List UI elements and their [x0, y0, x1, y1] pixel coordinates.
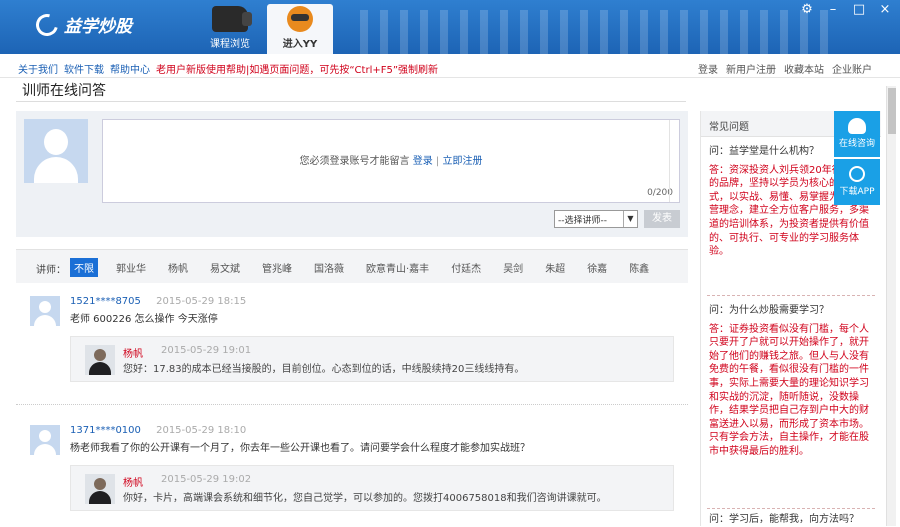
settings-icon[interactable]: ⚙: [798, 2, 816, 17]
tab-label: 课程浏览: [210, 39, 250, 50]
faq-answer: 答：证券投资看似没有门槛，每个人只要开了户就可以开始操作了，就开始了他们的赚钱之…: [709, 323, 869, 457]
filter-item[interactable]: 管兆峰: [258, 258, 296, 277]
scrollbar-thumb[interactable]: [888, 88, 896, 134]
filter-item[interactable]: 杨帆: [164, 258, 192, 277]
login-hint: 您必须登录账号才能留言 登录 | 立即注册: [103, 152, 679, 167]
nav-enterprise[interactable]: 企业账户: [832, 61, 872, 76]
top-nav: 关于我们 软件下载 帮助中心 老用户新版使用帮助|如遇页面问题，可先按“Ctrl…: [0, 54, 900, 78]
city-skyline-decoration: [360, 10, 830, 54]
faq-item: 问：学习后，能帮我，向方法吗？: [709, 513, 875, 527]
teacher-avatar: [85, 474, 115, 504]
message-textarea[interactable]: 您必须登录账号才能留言 登录 | 立即注册 0/200: [102, 119, 680, 203]
consult-label: 在线咨询: [838, 139, 875, 149]
minimize-icon[interactable]: –: [824, 2, 842, 17]
chevron-down-icon: ▼: [623, 211, 637, 227]
nav-login[interactable]: 登录: [698, 61, 718, 76]
online-consult-button[interactable]: 在线咨询: [834, 111, 880, 157]
download-app-button[interactable]: 下载APP: [834, 159, 880, 205]
question-text: 老师 600226 怎么操作 今天涨停: [70, 314, 218, 325]
logo-icon: [31, 9, 63, 40]
window-controls: ⚙ – □ ×: [798, 2, 894, 17]
asker-name[interactable]: 1521****8705: [70, 296, 141, 307]
filter-item[interactable]: 陈鑫: [625, 258, 653, 277]
divider: [16, 101, 686, 102]
select-value: --选择讲师--: [558, 216, 607, 226]
user-avatar: [24, 119, 88, 183]
app-label: 下载APP: [839, 187, 875, 197]
item-divider: [16, 404, 688, 405]
nav-notice[interactable]: 老用户新版使用帮助|如遇页面问题，可先按“Ctrl+F5”强制刷新: [156, 61, 438, 76]
teacher-avatar: [85, 345, 115, 375]
reply-box: 杨帆 2015-05-29 19:02 你好，卡片，高端课会系统和细节化，您自己…: [70, 465, 674, 511]
asker-avatar: [30, 296, 60, 326]
submit-button[interactable]: 发表: [644, 210, 680, 228]
tab-course-browse[interactable]: 课程浏览: [197, 4, 263, 54]
page-title: 训师在线问答: [22, 83, 106, 99]
teacher-name[interactable]: 杨帆: [123, 474, 143, 489]
nav-download[interactable]: 软件下载: [64, 61, 104, 76]
login-link[interactable]: 登录: [413, 156, 433, 167]
faq-question[interactable]: 问：为什么炒股需要学习？: [709, 304, 875, 318]
tab-label: 进入YY: [282, 39, 318, 50]
close-icon[interactable]: ×: [876, 2, 894, 17]
logo-text: 益学炒股: [64, 17, 132, 37]
reply-text: 你好，卡片，高端课会系统和细节化，您自己觉学，可以参加的。您拨打40067580…: [123, 493, 607, 504]
faq-divider: [707, 295, 875, 296]
teacher-name[interactable]: 杨帆: [123, 345, 143, 360]
filter-item[interactable]: 国洛薇: [310, 258, 348, 277]
nav-bookmark[interactable]: 收藏本站: [784, 61, 824, 76]
filter-item-all[interactable]: 不限: [70, 258, 98, 277]
title-bar: 益学炒股 课程浏览 进入YY ⚙ – □ ×: [0, 0, 900, 54]
question-time: 2015-05-29 18:10: [156, 425, 247, 436]
nav-about[interactable]: 关于我们: [18, 61, 58, 76]
compose-panel: 您必须登录账号才能留言 登录 | 立即注册 0/200 --选择讲师-- ▼ 发…: [16, 111, 688, 237]
page-scrollbar[interactable]: [886, 86, 896, 526]
reply-time: 2015-05-29 19:01: [161, 345, 252, 356]
filter-item[interactable]: 吴剑: [499, 258, 527, 277]
filter-item[interactable]: 欧意青山·嘉丰: [362, 258, 433, 277]
faq-item: 问：为什么炒股需要学习？ 答：证券投资看似没有门槛，每个人只要开了户就可以开始操…: [709, 304, 875, 459]
filter-item[interactable]: 付廷杰: [447, 258, 485, 277]
teacher-filter: 讲师： 不限 郭业华 杨帆 易文斌 管兆峰 国洛薇 欧意青山·嘉丰 付廷杰 吴剑…: [16, 249, 688, 283]
nav-help[interactable]: 帮助中心: [110, 61, 150, 76]
filter-item[interactable]: 易文斌: [206, 258, 244, 277]
tab-enter-yy[interactable]: 进入YY: [267, 4, 333, 54]
asker-avatar: [30, 425, 60, 455]
question-text: 杨老师我看了你的公开课有一个月了，你去年一些公开课也看了。请问要学会什么程度才能…: [70, 443, 530, 454]
filter-label: 讲师：: [36, 265, 66, 276]
download-icon: [849, 166, 865, 182]
reply-time: 2015-05-29 19:02: [161, 474, 252, 485]
teacher-select[interactable]: --选择讲师-- ▼: [554, 210, 638, 228]
filter-items: 不限 郭业华 杨帆 易文斌 管兆峰 国洛薇 欧意青山·嘉丰 付廷杰 吴剑 朱超 …: [70, 258, 653, 277]
textarea-scrollbar[interactable]: [669, 120, 679, 202]
yy-mascot-icon: [287, 6, 313, 32]
maximize-icon[interactable]: □: [850, 2, 868, 17]
chat-icon: [848, 118, 866, 134]
reply-text: 您好：17.83的成本已经当接股的，目前创位。心态到位的话，中线股续持20三线线…: [123, 364, 525, 375]
faq-question[interactable]: 问：学习后，能帮我，向方法吗？: [709, 513, 875, 527]
faq-divider: [707, 508, 875, 509]
nav-register[interactable]: 新用户注册: [726, 61, 776, 76]
app-logo[interactable]: 益学炒股: [31, 9, 132, 40]
filter-item[interactable]: 徐嘉: [583, 258, 611, 277]
hint-text: 您必须登录账号才能留言: [299, 156, 410, 167]
asker-name[interactable]: 1371****0100: [70, 425, 141, 436]
filter-item[interactable]: 郭业华: [112, 258, 150, 277]
filter-item[interactable]: 朱超: [541, 258, 569, 277]
reply-box: 杨帆 2015-05-29 19:01 您好：17.83的成本已经当接股的，目前…: [70, 336, 674, 382]
hint-separator: |: [435, 156, 440, 167]
question-time: 2015-05-29 18:15: [156, 296, 247, 307]
register-link[interactable]: 立即注册: [442, 156, 482, 167]
camera-icon: [212, 6, 252, 32]
